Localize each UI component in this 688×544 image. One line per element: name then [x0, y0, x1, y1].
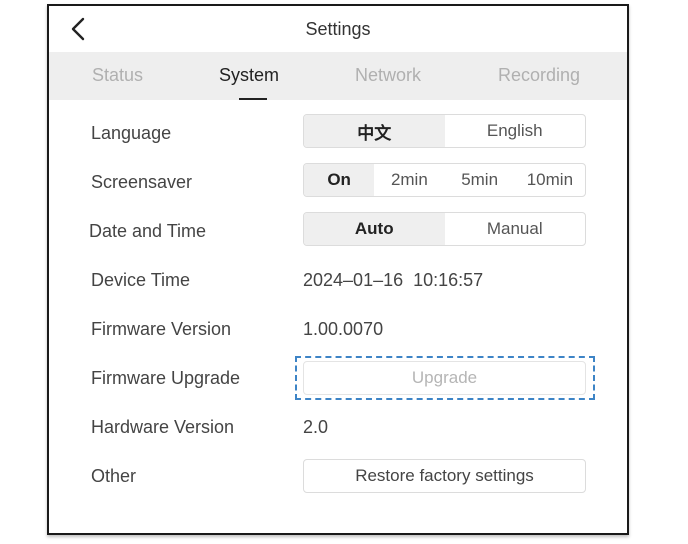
language-option-chinese[interactable]: 中文 — [304, 115, 445, 147]
date-time-option-manual[interactable]: Manual — [445, 213, 586, 245]
screensaver-option-2min[interactable]: 2min — [374, 164, 444, 196]
tab-system[interactable]: System — [219, 65, 279, 86]
restore-factory-settings-button[interactable]: Restore factory settings — [303, 459, 586, 493]
language-label: Language — [91, 123, 172, 143]
device-time-value: 2024–01–16 10:16:57 — [303, 270, 484, 290]
screensaver-option-10min[interactable]: 10min — [515, 164, 585, 196]
other-label: Other — [91, 466, 137, 486]
screensaver-label: Screensaver — [91, 172, 193, 192]
screensaver-option-on[interactable]: On — [304, 164, 375, 196]
date-time-option-auto[interactable]: Auto — [304, 213, 445, 245]
date-time-label: Date and Time — [89, 221, 207, 241]
tab-network[interactable]: Network — [355, 65, 421, 86]
language-selector: 中文 English — [303, 114, 586, 148]
date-time-selector: Auto Manual — [303, 212, 586, 246]
screensaver-selector: On 2min 5min 10min — [303, 163, 586, 197]
settings-window: Settings Status System Network Recording… — [47, 4, 629, 535]
header: Settings — [49, 6, 627, 52]
tab-recording[interactable]: Recording — [498, 65, 580, 86]
tab-status[interactable]: Status — [92, 65, 143, 86]
hardware-version-label: Hardware Version — [91, 417, 235, 437]
language-option-english[interactable]: English — [445, 115, 586, 147]
hardware-version-value: 2.0 — [303, 417, 329, 437]
device-time-label: Device Time — [91, 270, 191, 290]
firmware-version-label: Firmware Version — [91, 319, 232, 339]
tab-bar: Status System Network Recording — [49, 52, 627, 100]
firmware-upgrade-label: Firmware Upgrade — [91, 368, 241, 388]
page-title: Settings — [305, 19, 371, 39]
active-tab-indicator — [239, 98, 267, 100]
upgrade-button[interactable]: Upgrade — [303, 361, 586, 395]
firmware-version-value: 1.00.0070 — [303, 319, 384, 339]
screensaver-option-5min[interactable]: 5min — [445, 164, 515, 196]
